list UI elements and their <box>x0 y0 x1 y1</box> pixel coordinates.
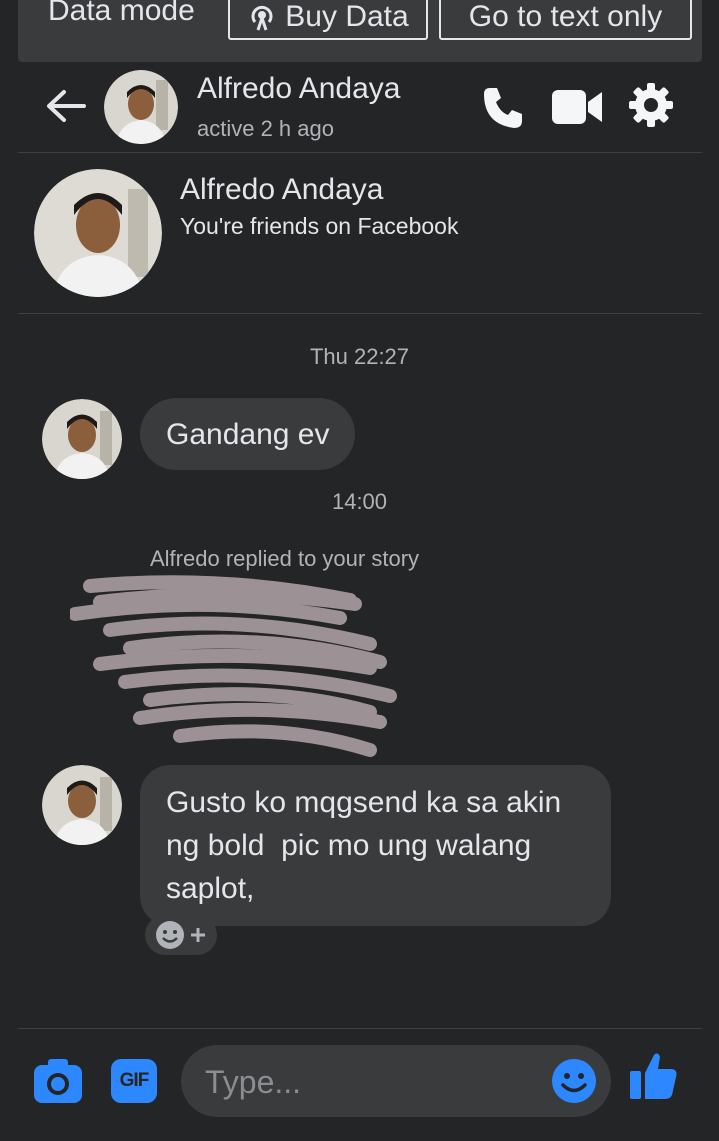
friends-status: You're friends on Facebook <box>180 213 459 239</box>
buy-data-button[interactable]: Buy Data <box>228 0 428 40</box>
message-line: saplot, <box>166 872 255 905</box>
message-line: Gusto ko mqgsend ka sa akin <box>166 786 562 819</box>
profile-name: Alfredo Andaya <box>180 173 384 206</box>
buy-data-label: Buy Data <box>285 0 409 33</box>
message-avatar[interactable] <box>42 765 122 845</box>
story-reply-label: Alfredo replied to your story <box>150 546 420 571</box>
active-status: active 2 h ago <box>197 116 334 141</box>
message-input[interactable] <box>203 1045 537 1119</box>
composer-bar: GIF <box>18 1028 702 1141</box>
video-camera-icon[interactable] <box>552 88 604 126</box>
data-mode-label: Data mode <box>48 0 195 27</box>
text-only-button[interactable]: Go to text only <box>439 0 692 40</box>
back-arrow-icon[interactable] <box>44 88 86 124</box>
timestamp: 14:00 <box>331 489 388 514</box>
data-mode-bar: Data mode Buy Data Go to text only <box>18 0 702 62</box>
avatar[interactable] <box>104 70 178 144</box>
redacted-story-preview[interactable] <box>70 572 400 762</box>
thumbs-up-icon[interactable] <box>630 1051 678 1101</box>
chat-header: Alfredo Andaya active 2 h ago <box>18 62 702 153</box>
broadcast-icon <box>251 5 273 31</box>
camera-icon[interactable] <box>34 1059 82 1103</box>
message-input-container[interactable] <box>181 1045 611 1119</box>
smiley-icon <box>156 921 184 949</box>
profile-avatar[interactable] <box>34 169 162 297</box>
message-bubble[interactable]: Gandang ev <box>140 398 356 470</box>
profile-card: Alfredo Andaya You're friends on Faceboo… <box>18 153 702 314</box>
gif-button[interactable]: GIF <box>111 1059 157 1103</box>
text-only-label: Go to text only <box>468 0 663 33</box>
message-bubble[interactable]: Gusto ko mqgsend ka sa akin ng bold pic … <box>140 765 611 926</box>
gif-icon: GIF <box>119 1070 150 1091</box>
message-text: Gandang ev <box>166 417 330 451</box>
contact-name[interactable]: Alfredo Andaya <box>197 72 400 106</box>
emoji-icon[interactable] <box>551 1058 597 1104</box>
add-reaction-button[interactable] <box>145 915 217 955</box>
plus-icon <box>191 928 205 942</box>
message-line: ng bold pic mo ung walang <box>166 829 532 862</box>
message-avatar[interactable] <box>42 399 122 479</box>
gear-icon[interactable] <box>628 82 674 128</box>
phone-icon[interactable] <box>480 84 526 130</box>
timestamp: Thu 22:27 <box>309 344 410 369</box>
